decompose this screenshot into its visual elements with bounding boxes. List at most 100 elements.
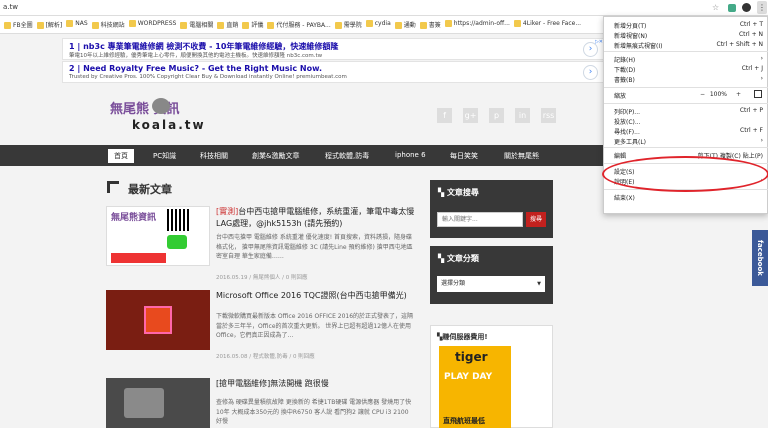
menu-item[interactable]: 書籤(B) › [604,75,768,84]
logo-domain: koala.tw [132,118,206,132]
bookmark-item[interactable]: https://admin-off... [444,20,510,27]
ad-number: 2 [69,64,75,73]
folder-icon [180,22,188,29]
nav-iphone[interactable]: iphone 6 [395,151,426,159]
profile-avatar[interactable] [742,3,751,12]
nav-jokes[interactable]: 每日笑笑 [450,151,478,161]
qr-code-icon [167,209,189,231]
bookmark-label: WORDPRESS [137,20,177,27]
address-bar-url[interactable]: a.tw [3,3,18,11]
bookmark-item[interactable]: 通動 [394,20,416,29]
menu-item-label: 列印(P)... [614,109,641,116]
post-thumbnail[interactable] [106,378,210,428]
bookmark-item[interactable]: [解析] [36,20,62,29]
ad-banner-brand: tiger [455,350,488,364]
bookmark-item[interactable]: WORDPRESS [128,20,177,27]
menu-item-label: 縮放 [614,93,627,100]
highlight-circle [602,156,768,192]
category-select[interactable]: 選擇分類 ▼ [437,276,545,292]
bookmark-item[interactable]: FB全圖 [4,20,33,29]
menu-item-label: 新增無痕式視窗(I) [614,43,663,50]
folder-icon [419,22,427,29]
linkedin-icon[interactable]: in [515,108,530,123]
bookmark-label: 需學院 [343,22,362,29]
zoom-out-button[interactable]: − [700,91,705,98]
koala-icon [152,98,170,114]
folder-icon [267,22,275,29]
bookmark-item[interactable]: 直銷 [217,20,238,29]
post-thumbnail[interactable]: 無尾熊資訊 [106,206,210,266]
menu-item-shortcut: Ctrl + F [740,127,763,134]
post-thumbnail[interactable] [106,290,210,350]
menu-item[interactable]: 尋找(F)... Ctrl + F [604,127,768,136]
search-button[interactable]: 搜尋 [526,212,546,227]
menu-item[interactable]: 結束(X) [604,193,768,202]
nav-software[interactable]: 程式軟體,防毒 [325,151,369,161]
nav-startup[interactable]: 創業&激勵文章 [252,151,299,161]
ad-title[interactable]: Need Royalty Free Music? - Get the Right… [83,64,322,73]
menu-item-label: 更多工具(L) [614,139,647,146]
bookmark-item[interactable]: 4Liker - Free Face... [513,20,581,27]
chrome-menu-icon[interactable]: ⋮ [757,1,767,14]
bookmark-star-icon[interactable]: ☆ [712,3,719,12]
bookmark-item[interactable]: NAS [66,20,88,27]
menu-item[interactable]: 縮放 100% [604,91,768,100]
post-title[interactable]: [實測]台中西屯搶甲電腦維修，系統重灌，筆電中毒太慢LAG處理，@jhk5153… [216,206,416,230]
menu-item[interactable]: 下載(D) Ctrl + J [604,65,768,74]
bookmark-item[interactable]: 科技網站 [91,20,125,29]
menu-separator [604,103,768,104]
folder-icon [365,20,373,27]
facebook-icon[interactable]: f [437,108,452,123]
post-title[interactable]: [搶甲電腦維修]無法開機 跑很慢 [216,378,416,390]
menu-item-shortcut: › [760,75,763,82]
menu-item-label: 書籤(B) [614,77,635,84]
menu-item-label: 尋找(F)... [614,129,640,136]
bookmark-item[interactable]: cydia [365,20,391,27]
extension-icon[interactable] [728,4,736,12]
bookmark-item[interactable]: 電腦相關 [180,20,213,29]
chevron-right-icon[interactable]: › [583,65,598,80]
nav-home[interactable]: 首頁 [108,149,134,163]
ad-choices-icon[interactable]: ▷✕ [595,39,603,45]
folder-icon [334,22,342,29]
bookmark-label: NAS [75,20,88,27]
post-meta: 2016.05.19 / 無尾熊個人 / 0 則回應 [216,275,308,281]
zoom-in-button[interactable]: + [736,91,741,98]
ad-title[interactable]: nb3c 專業筆電維修網 檢測不收費 - 10年筆電維修經驗，快速維修額隆 [83,42,338,51]
search-input[interactable] [437,212,523,227]
nav-pc[interactable]: PC知識 [153,151,176,161]
menu-item-shortcut: Ctrl + P [739,107,763,114]
menu-item[interactable]: 列印(P)... Ctrl + P [604,107,768,116]
menu-item[interactable]: 更多工具(L) › [604,137,768,146]
menu-item[interactable]: 新增分頁(T) Ctrl + T [604,21,768,30]
menu-item[interactable]: 新增無痕式視窗(I) Ctrl + Shift + N [604,41,768,50]
ad-banner-headline: PLAY DAY [444,372,493,382]
ad-2[interactable]: 2 | Need Royalty Free Music? - Get the R… [62,61,605,83]
bookmark-item[interactable]: 需學院 [334,20,362,29]
post-title-text[interactable]: 台中西屯搶甲電腦維修，系統重灌，筆電中毒太慢LAG處理，@jhk5153h (請… [216,207,414,228]
rss-icon[interactable]: rss [541,108,556,123]
office-logo-icon [144,306,172,334]
category-select-value: 選擇分類 [441,280,466,287]
site-logo[interactable]: 無尾熊 資訊 koala.tw [108,96,218,136]
post-title[interactable]: Microsoft Office 2016 TQC證照(台中西屯搶甲備光) [216,290,416,302]
menu-item[interactable]: 投放(C)... [604,117,768,126]
post-3: [搶甲電腦維修]無法開機 跑很慢 查修為 硬碟異量積航故障 更換新的 希捷1TB… [106,378,415,428]
bookmark-label: FB全圖 [13,22,33,29]
facebook-side-tab[interactable]: facebook [752,230,768,286]
menu-item-shortcut: › [760,55,763,62]
menu-item[interactable]: 新增視窗(N) Ctrl + N [604,31,768,40]
folder-icon [444,20,452,27]
bookmark-item[interactable]: 書簽 [419,20,441,29]
menu-item[interactable]: 記錄(H) › [604,55,768,64]
ad-1[interactable]: 1 | nb3c 專業筆電維修網 檢測不收費 - 10年筆電維修經驗，快速維修額… [62,38,605,60]
fullscreen-icon[interactable] [754,90,762,98]
google-plus-icon[interactable]: g+ [463,108,478,123]
nav-tech[interactable]: 科技相關 [200,151,228,161]
bookmark-label: 通動 [403,22,416,29]
nav-about[interactable]: 關於無尾熊 [504,151,539,161]
bookmark-item[interactable]: 評儀 [242,20,263,29]
tiger-ad-banner[interactable]: tiger PLAY DAY 直飛航班最低 [439,346,511,428]
bookmark-item[interactable]: 代付服務 - PAYBA... [267,20,331,29]
pinterest-icon[interactable]: p [489,108,504,123]
